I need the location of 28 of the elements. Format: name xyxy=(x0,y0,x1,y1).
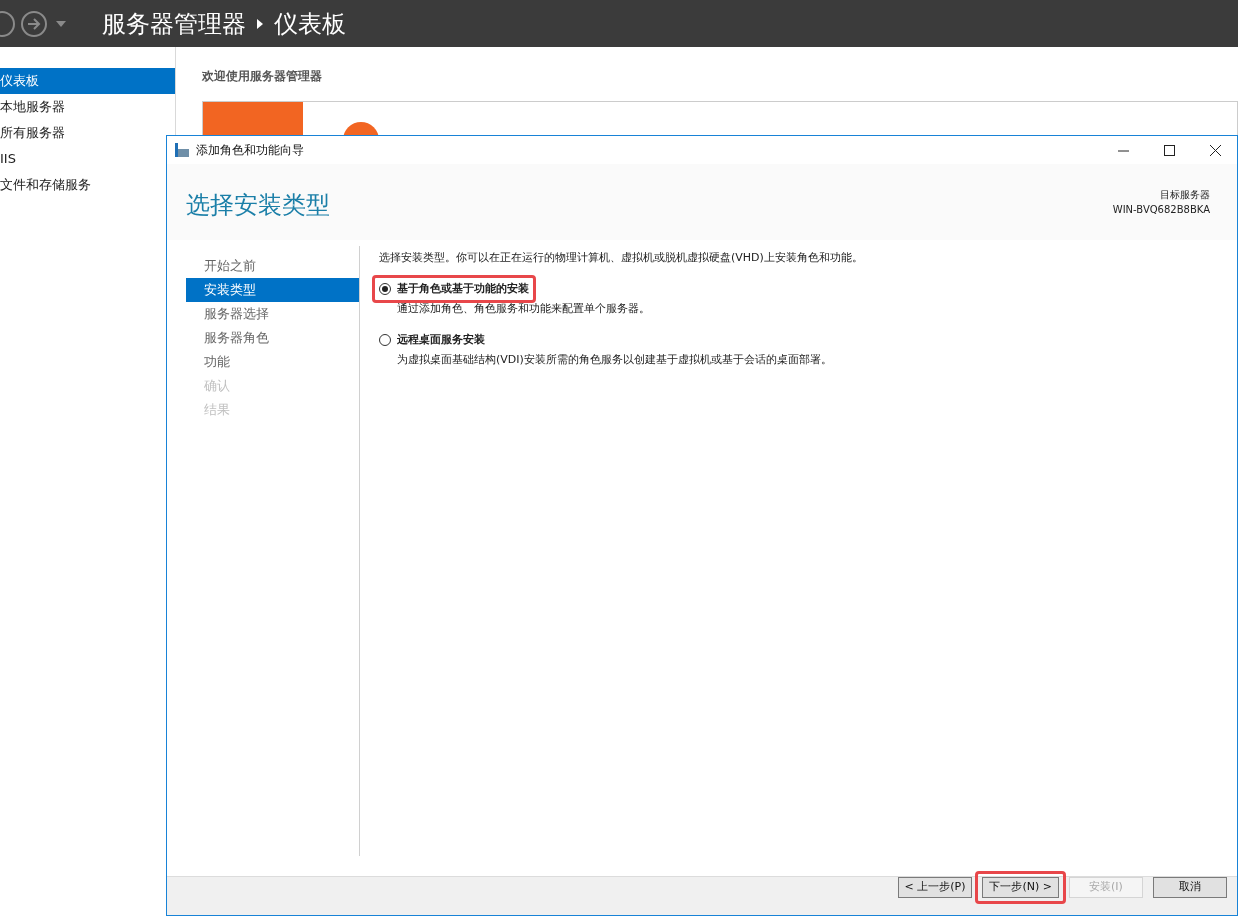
option-description: 为虚拟桌面基础结构(VDI)安装所需的角色服务以创建基于虚拟机或基于会话的桌面部署。 xyxy=(397,352,833,368)
wizard-icon xyxy=(175,143,189,157)
install-type-radio[interactable]: 基于角色或基于功能的安装 xyxy=(379,280,529,297)
wizard-button[interactable]: 取消 xyxy=(1153,877,1227,898)
wizard-step[interactable]: 安装类型 xyxy=(186,278,359,302)
intro-text: 选择安装类型。你可以在正在运行的物理计算机、虚拟机或脱机虚拟硬盘(VHD)上安装角色和功能。 xyxy=(379,250,864,266)
page-title: 仪表板 xyxy=(274,8,346,40)
app-title: 服务器管理器 xyxy=(102,8,246,40)
wizard-step[interactable]: 功能 xyxy=(186,350,359,374)
breadcrumb-arrow-icon xyxy=(257,18,263,29)
dropdown-caret-icon[interactable] xyxy=(56,20,66,27)
sidebar-item[interactable]: 本地服务器 xyxy=(0,94,175,120)
sidebar-item[interactable]: 所有服务器 xyxy=(0,120,175,146)
close-icon[interactable] xyxy=(1210,144,1221,156)
wizard-step[interactable]: 服务器角色 xyxy=(186,326,359,350)
option-description: 通过添加角色、角色服务和功能来配置单个服务器。 xyxy=(397,301,651,317)
wizard-button[interactable]: < 上一步(P) xyxy=(897,877,973,898)
wizard-button[interactable]: 下一步(N) > xyxy=(982,877,1059,898)
wizard-step[interactable]: 服务器选择 xyxy=(186,302,359,326)
page-heading: 选择安装类型 xyxy=(186,190,330,221)
wizard-step[interactable]: 开始之前 xyxy=(186,254,359,278)
dialog-title: 添加角色和功能向导 xyxy=(196,142,304,159)
maximize-icon[interactable] xyxy=(1164,144,1175,156)
sidebar-item[interactable]: 仪表板 xyxy=(0,68,175,94)
install-type-radio[interactable]: 远程桌面服务安装 xyxy=(379,331,485,348)
target-server-label: 目标服务器 xyxy=(1160,188,1210,202)
welcome-heading: 欢迎使用服务器管理器 xyxy=(202,68,323,85)
target-server-name: WIN-BVQ682B8BKA xyxy=(1112,203,1210,217)
